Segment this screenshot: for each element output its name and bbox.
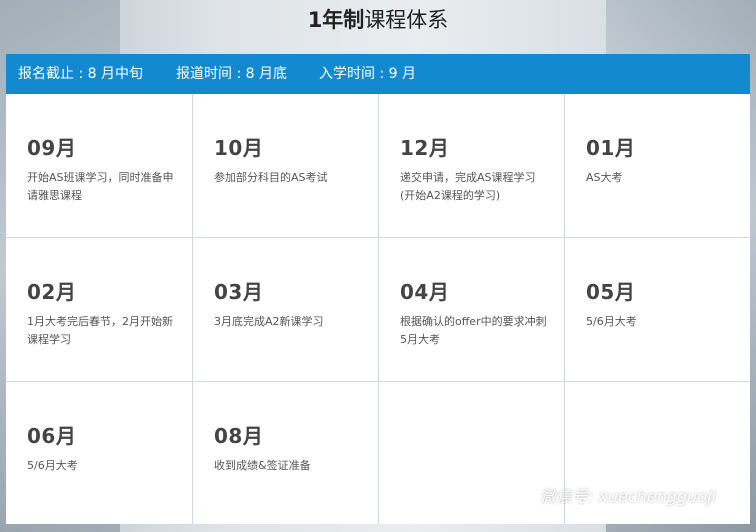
info-deadline: 报名截止 : 8 月中旬: [18, 66, 143, 82]
schedule-grid: 09月 开始AS班课学习，同时准备申请雅思课程 10月 参加部分科目的AS考试 …: [6, 94, 750, 524]
month-card: 04月 根据确认的offer中的要求冲刺5月大考: [379, 238, 565, 382]
month-description: 开始AS班课学习，同时准备申请雅思课程: [27, 171, 174, 202]
month-card: 06月 5/6月大考: [6, 382, 193, 524]
month-description: 参加部分科目的AS考试: [214, 171, 328, 184]
month-label: 05月: [586, 280, 636, 304]
month-label: 10月: [214, 136, 264, 160]
info-bar: 报名截止 : 8 月中旬 报道时间 : 8 月底 入学时间 : 9 月: [6, 54, 750, 94]
month-label: 09月: [27, 136, 77, 160]
month-description: 5/6月大考: [586, 315, 637, 328]
month-card: 09月 开始AS班课学习，同时准备申请雅思课程: [6, 94, 193, 238]
month-label: 03月: [214, 280, 264, 304]
month-description: 根据确认的offer中的要求冲刺5月大考: [400, 315, 547, 346]
info-report-time: 报道时间 : 8 月底: [176, 66, 287, 82]
month-label: 12月: [400, 136, 450, 160]
page-title-bold: 1年制: [307, 8, 365, 32]
wechat-watermark: 微信号: xuechengguoji: [510, 482, 750, 512]
month-label: 04月: [400, 280, 450, 304]
month-card: 02月 1月大考完后春节，2月开始新课程学习: [6, 238, 193, 382]
month-card: 01月 AS大考: [565, 94, 750, 238]
month-description: 递交申请，完成AS课程学习(开始A2课程的学习): [400, 171, 536, 202]
month-label: 06月: [27, 424, 77, 448]
month-card: 12月 递交申请，完成AS课程学习(开始A2课程的学习): [379, 94, 565, 238]
month-description: 5/6月大考: [27, 459, 78, 472]
month-label: 02月: [27, 280, 77, 304]
month-description: AS大考: [586, 171, 623, 184]
page-title: 1年制课程体系: [0, 6, 756, 34]
month-card: 05月 5/6月大考: [565, 238, 750, 382]
month-label: 01月: [586, 136, 636, 160]
month-description: 1月大考完后春节，2月开始新课程学习: [27, 315, 173, 346]
month-description: 收到成绩&签证准备: [214, 459, 311, 472]
month-card: 08月 收到成绩&签证准备: [193, 382, 379, 524]
month-label: 08月: [214, 424, 264, 448]
wechat-icon: [510, 487, 534, 506]
month-card: 03月 3月底完成A2新课学习: [193, 238, 379, 382]
page-title-rest: 课程体系: [364, 8, 449, 32]
watermark-text: 微信号: xuechengguoji: [540, 487, 716, 506]
month-card: 10月 参加部分科目的AS考试: [193, 94, 379, 238]
info-enrollment-time: 入学时间 : 9 月: [319, 66, 416, 82]
month-description: 3月底完成A2新课学习: [214, 315, 324, 328]
